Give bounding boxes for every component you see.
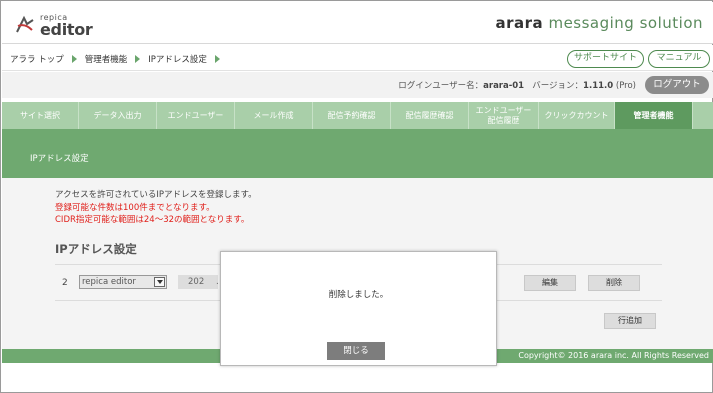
breadcrumb-arrow-icon <box>135 55 141 63</box>
tab-end-user[interactable]: エンドユーザー <box>157 102 235 129</box>
ip-octet-field[interactable]: 202 <box>178 275 218 289</box>
tab-end-user-history-line1: エンドユーザー <box>475 105 532 115</box>
breadcrumb-arrow-icon <box>71 55 77 63</box>
chevron-down-icon <box>154 277 165 287</box>
site-select-value: repica editor <box>82 277 136 287</box>
main-nav: サイト選択 データ入出力 エンドユーザー メール作成 配信予約確認 配信履歴確認… <box>2 102 713 129</box>
tab-click-count[interactable]: クリックカウント <box>539 102 615 129</box>
tab-end-user-history-line2: 配信履歴 <box>487 115 520 125</box>
description-text: アクセスを許可されているIPアドレスを登録します。 <box>55 190 257 200</box>
logo-big-text: editor <box>40 20 93 39</box>
version-label: バージョン： <box>532 81 584 91</box>
tab-site-select[interactable]: サイト選択 <box>2 102 79 129</box>
tab-end-user-history[interactable]: エンドユーザー 配信履歴 <box>469 102 539 129</box>
limit-note: 登録可能な件数は100件までとなります。 <box>55 203 215 213</box>
delete-button[interactable]: 削除 <box>588 275 640 291</box>
login-info-bar: ログインユーザー名：arara-01 バージョン：1.11.0 (Pro) ログ… <box>2 72 713 98</box>
breadcrumb-bar: アララ トップ 管理者機能 IPアドレス設定 サポートサイト マニュアル <box>2 45 713 71</box>
login-user-name: arara-01 <box>483 81 525 91</box>
breadcrumb-arrow-icon <box>214 55 220 63</box>
tab-data-io[interactable]: データ入出力 <box>79 102 157 129</box>
support-site-button[interactable]: サポートサイト <box>567 50 644 68</box>
breadcrumb: アララ トップ 管理者機能 IPアドレス設定 <box>10 53 228 65</box>
version-edition: (Pro) <box>615 81 636 91</box>
add-row-button[interactable]: 行追加 <box>604 313 656 329</box>
tab-admin[interactable]: 管理者機能 <box>615 102 693 129</box>
section-header: IPアドレス設定 <box>2 129 713 178</box>
tab-mail-create[interactable]: メール作成 <box>235 102 313 129</box>
repica-editor-logo[interactable]: repica editor <box>14 10 94 39</box>
tab-history-check[interactable]: 配信履歴確認 <box>391 102 469 129</box>
breadcrumb-item-admin[interactable]: 管理者機能 <box>85 53 128 65</box>
close-button[interactable]: 閉じる <box>327 342 385 360</box>
ip-settings-heading: IPアドレス設定 <box>55 242 137 256</box>
version-number: 1.11.0 <box>583 81 614 91</box>
copyright-text: Copyright© 2016 arara inc. All Rights Re… <box>518 351 709 360</box>
header: repica editor arara messaging solution <box>2 2 713 44</box>
deleted-dialog: 削除しました。 閉じる <box>220 251 497 366</box>
edit-button[interactable]: 編集 <box>524 275 576 291</box>
dialog-message: 削除しました。 <box>328 290 389 300</box>
site-select[interactable]: repica editor <box>79 275 167 289</box>
app-frame: repica editor arara messaging solution ア… <box>0 0 713 393</box>
ip-dot: . <box>216 277 219 287</box>
breadcrumb-item-ip: IPアドレス設定 <box>148 55 207 65</box>
arara-brand: arara messaging solution <box>496 14 704 32</box>
manual-button[interactable]: マニュアル <box>648 50 710 68</box>
brand-bold-text: arara <box>495 14 544 32</box>
brand-rest-text: messaging solution <box>548 14 703 32</box>
tab-schedule-check[interactable]: 配信予約確認 <box>313 102 391 129</box>
login-user-label: ログインユーザー名： <box>398 81 484 91</box>
section-title: IPアドレス設定 <box>30 154 89 164</box>
logout-button[interactable]: ログアウト <box>645 76 709 94</box>
repica-logo-icon <box>16 15 34 33</box>
breadcrumb-item-top[interactable]: アララ トップ <box>10 53 64 65</box>
login-info: ログインユーザー名：arara-01 バージョン：1.11.0 (Pro) <box>398 79 636 91</box>
row-number: 2 <box>62 278 68 288</box>
cidr-note: CIDR指定可能な範囲は24～32の範囲となります。 <box>55 215 250 225</box>
